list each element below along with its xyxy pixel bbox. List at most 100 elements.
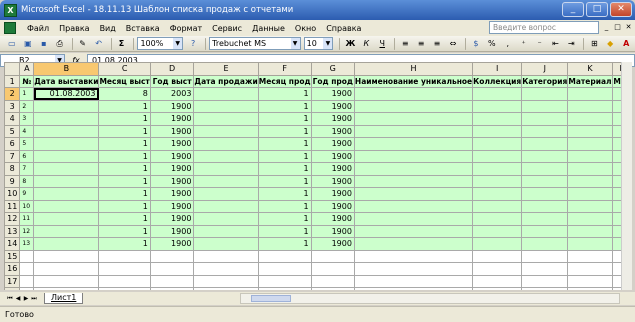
percent-icon[interactable]: % [485,37,499,50]
currency-icon[interactable]: $ [469,37,483,50]
header-cell[interactable]: Месяц выст [98,74,151,88]
row-header[interactable]: 13 [4,224,21,238]
cell[interactable] [521,212,569,226]
cell[interactable] [193,287,259,290]
cell[interactable]: 5 [19,137,35,151]
cell[interactable] [521,274,569,288]
cell[interactable]: 1 [98,237,151,251]
cell[interactable] [353,199,474,213]
undo-icon[interactable]: ↶ [92,37,106,50]
cell[interactable]: 1900 [310,87,355,101]
cell[interactable]: 1900 [149,174,195,188]
cell[interactable]: 6 [19,149,35,163]
next-sheet-icon[interactable]: ▶ [22,295,30,302]
cell[interactable]: 1900 [310,199,355,213]
cell[interactable]: 1 [98,199,151,213]
cell[interactable]: 1900 [149,199,195,213]
row-header[interactable]: 5 [4,124,21,138]
cell[interactable] [310,249,355,263]
cell[interactable]: 2003 [149,87,195,101]
cell[interactable] [472,162,523,176]
sheet-tab-list1[interactable]: Лист1 [44,293,84,304]
cell[interactable]: 1 [257,149,312,163]
cell[interactable] [472,149,523,163]
cell[interactable] [193,87,259,101]
cell[interactable] [33,212,100,226]
header-cell[interactable]: Коллекция [472,74,523,88]
cell[interactable] [19,249,35,263]
row-header[interactable]: 1 [4,74,21,88]
cell[interactable] [353,274,474,288]
row-header[interactable]: 7 [4,149,21,163]
cell[interactable] [567,112,613,126]
menu-window[interactable]: Окно [290,24,321,33]
cell[interactable] [567,224,613,238]
cell[interactable] [472,99,523,113]
open-icon[interactable]: ▣ [21,37,35,50]
menu-insert[interactable]: Вставка [121,24,165,33]
cell[interactable] [33,199,100,213]
cell[interactable]: 1 [98,174,151,188]
decrease-decimal-icon[interactable]: ⁻ [533,37,547,50]
header-cell[interactable]: Год прод [310,74,355,88]
row-header[interactable]: 11 [4,199,21,213]
cell[interactable]: 1900 [149,149,195,163]
borders-icon[interactable]: ⊞ [587,37,601,50]
cell[interactable] [33,112,100,126]
col-header[interactable]: B [33,62,100,76]
cell[interactable] [310,262,355,276]
cell[interactable]: 9 [19,187,35,201]
row-header[interactable]: 8 [4,162,21,176]
minimize-button[interactable]: _ [562,2,584,17]
cell[interactable] [567,99,613,113]
cell[interactable]: 1900 [310,112,355,126]
cell[interactable] [193,274,259,288]
cell[interactable]: 1 [98,212,151,226]
cell[interactable] [567,137,613,151]
header-cell[interactable]: Материал [567,74,613,88]
cell[interactable] [521,87,569,101]
format-painter-icon[interactable]: ✎ [76,37,90,50]
cell[interactable]: 1900 [149,112,195,126]
cell[interactable] [567,249,613,263]
cell[interactable] [33,149,100,163]
cell[interactable]: 1900 [310,162,355,176]
cell[interactable] [567,262,613,276]
cell[interactable]: 1 [98,187,151,201]
cell[interactable] [19,274,35,288]
cell[interactable] [193,212,259,226]
cell[interactable] [19,262,35,276]
new-icon[interactable]: ▭ [5,37,19,50]
cell[interactable] [149,287,195,290]
cell[interactable] [33,274,100,288]
row-header[interactable]: 12 [4,212,21,226]
cell[interactable] [472,249,523,263]
save-icon[interactable]: ▪ [37,37,51,50]
col-header[interactable]: H [353,62,474,76]
bold-button[interactable]: Ж [343,37,357,50]
cell[interactable]: 1 [98,99,151,113]
menu-edit[interactable]: Правка [54,24,94,33]
menu-data[interactable]: Данные [247,24,290,33]
cell[interactable]: 1900 [149,124,195,138]
vertical-scrollbar[interactable] [621,62,632,290]
cell[interactable] [521,162,569,176]
cell[interactable]: 1 [257,187,312,201]
cell[interactable] [149,262,195,276]
cell[interactable] [33,224,100,238]
cell[interactable] [353,262,474,276]
cell[interactable]: 8 [98,87,151,101]
cell[interactable] [521,112,569,126]
font-color-icon[interactable]: A [619,37,633,50]
cell[interactable]: 1 [257,112,312,126]
cell[interactable] [353,212,474,226]
cell[interactable]: 1 [257,199,312,213]
cell[interactable] [567,287,613,290]
col-header[interactable]: E [193,62,259,76]
maximize-button[interactable]: □ [586,2,608,17]
cell[interactable] [193,237,259,251]
zoom-select[interactable]: 100% ▼ [137,37,184,50]
scroll-thumb[interactable] [251,295,291,302]
menu-format[interactable]: Формат [165,24,207,33]
cell[interactable] [472,237,523,251]
